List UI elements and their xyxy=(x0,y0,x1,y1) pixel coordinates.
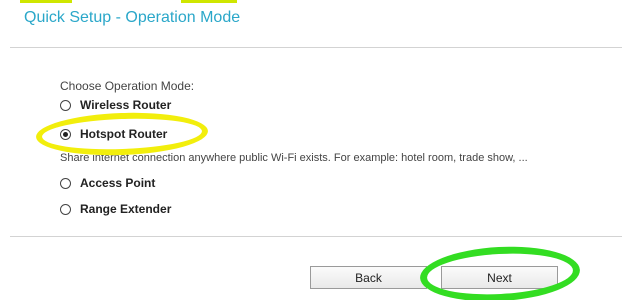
operation-mode-prompt: Choose Operation Mode: xyxy=(60,79,195,93)
option-hotspot-router[interactable]: Hotspot Router xyxy=(60,127,167,141)
divider xyxy=(10,47,622,48)
option-access-point[interactable]: Access Point xyxy=(60,176,155,190)
option-wireless-router[interactable]: Wireless Router xyxy=(60,98,171,112)
hotspot-description: Share internet connection anywhere publi… xyxy=(60,152,528,164)
radio-hotspot-router[interactable] xyxy=(60,128,71,140)
radio-access-point[interactable] xyxy=(60,177,71,189)
page-title: Quick Setup - Operation Mode xyxy=(24,9,241,26)
highlight-mark xyxy=(20,0,72,3)
radio-range-extender[interactable] xyxy=(60,203,71,215)
back-button[interactable]: Back xyxy=(310,266,427,289)
highlight-mark xyxy=(181,0,237,3)
radio-wireless-router[interactable] xyxy=(60,99,71,111)
divider xyxy=(10,236,622,237)
option-label: Hotspot Router xyxy=(80,127,168,141)
option-label: Wireless Router xyxy=(80,98,172,112)
quick-setup-page: Quick Setup - Operation Mode Choose Oper… xyxy=(0,0,623,300)
next-button[interactable]: Next xyxy=(441,266,558,289)
option-range-extender[interactable]: Range Extender xyxy=(60,202,171,216)
option-label: Range Extender xyxy=(80,202,172,216)
option-label: Access Point xyxy=(80,176,156,190)
